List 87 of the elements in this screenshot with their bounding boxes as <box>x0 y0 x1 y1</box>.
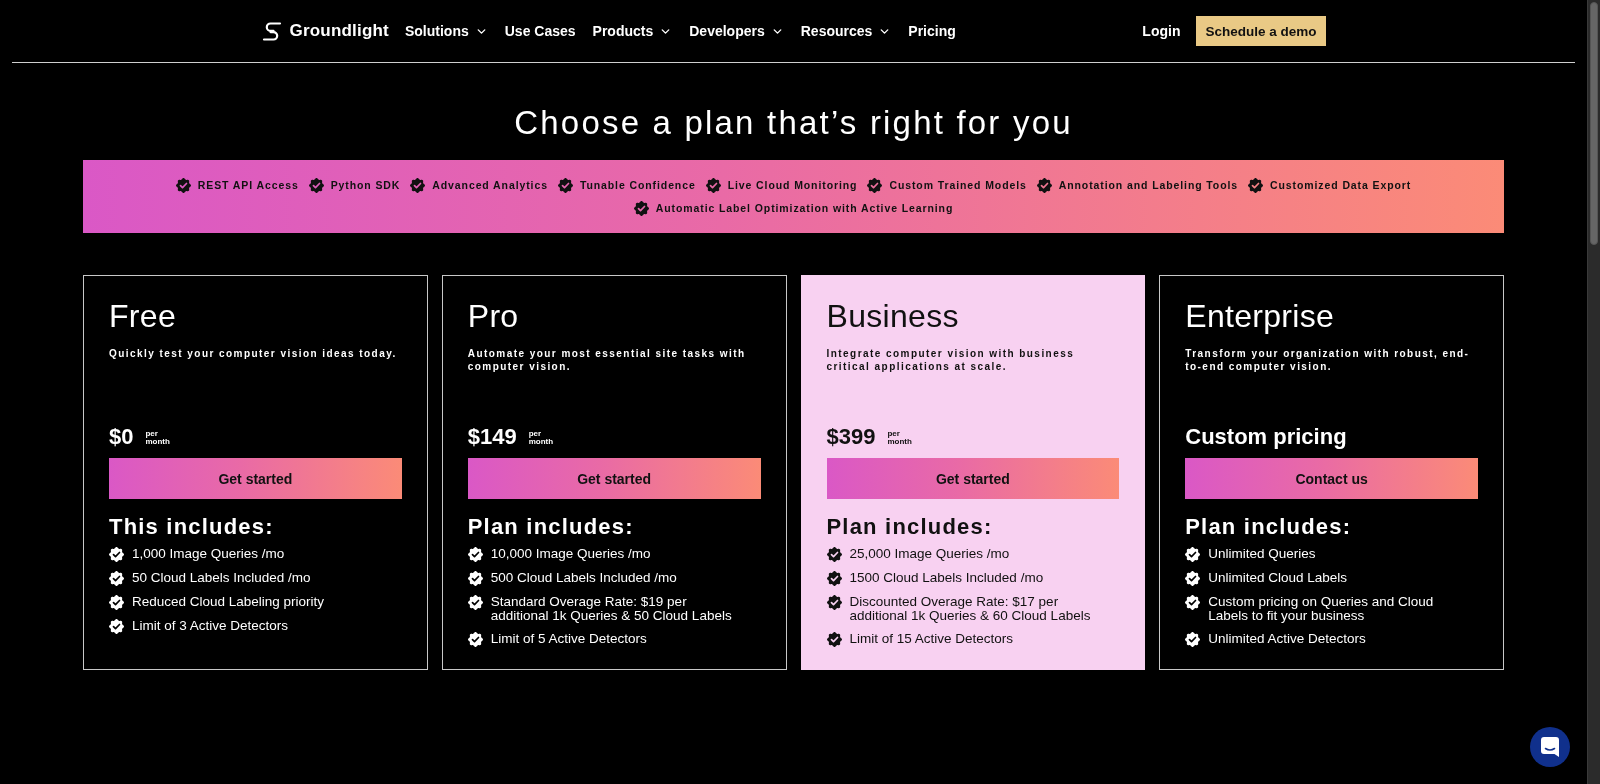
feature-label: Automatic Label Optimization with Active Learning <box>655 202 954 214</box>
check-badge-icon <box>1248 177 1264 193</box>
price-period: per month <box>145 430 170 446</box>
plan-name: Business <box>826 297 960 335</box>
scrollbar-thumb[interactable] <box>1590 2 1598 245</box>
check-badge-icon <box>308 177 324 193</box>
plan-button[interactable]: Contact us <box>1185 458 1478 499</box>
check-badge-icon <box>826 571 842 586</box>
includes-heading: Plan includes: <box>467 513 635 541</box>
feature-label: Live Cloud Monitoring <box>727 179 858 191</box>
check-badge-icon <box>1036 177 1052 193</box>
nav-link[interactable]: Use Cases <box>504 23 576 39</box>
check-badge-icon <box>826 547 842 562</box>
chat-button[interactable] <box>1530 727 1570 767</box>
included-feature: 25,000 Image Queries /mo <box>849 547 1010 561</box>
schedule-demo-button[interactable]: Schedule a demo <box>1196 16 1326 46</box>
check-badge-icon <box>175 177 191 193</box>
check-badge-icon <box>867 177 883 193</box>
included-feature: 50 Cloud Labels Included /mo <box>132 571 311 585</box>
plan-name: Free <box>109 297 177 335</box>
plan-name: Pro <box>467 297 520 335</box>
nav-link[interactable]: Products <box>592 23 673 39</box>
check-badge-icon <box>705 177 721 193</box>
included-feature: Standard Overage Rate: $19 per additional 1k Queries & 50 Cloud Labels <box>490 595 732 623</box>
plan-price: $149 <box>467 423 517 451</box>
login-link[interactable]: Login <box>1142 23 1181 39</box>
check-badge-icon <box>826 632 842 647</box>
included-feature: 500 Cloud Labels Included /mo <box>490 571 677 585</box>
feature-label: Advanced Analytics <box>432 179 548 191</box>
check-badge-icon <box>1185 595 1201 610</box>
check-badge-icon <box>1185 547 1201 562</box>
included-feature: 1500 Cloud Labels Included /mo <box>849 571 1044 585</box>
check-badge-icon <box>467 632 483 647</box>
included-feature: Unlimited Active Detectors <box>1208 632 1366 646</box>
included-feature: 1,000 Image Queries /mo <box>132 547 285 561</box>
check-badge-icon <box>109 547 124 562</box>
included-feature: 10,000 Image Queries /mo <box>490 547 651 561</box>
plan-price: $0 <box>109 423 134 451</box>
plan-description: Integrate computer vision with business critical applications at scale. <box>826 347 1076 373</box>
price-period: per month <box>887 430 912 446</box>
plan-button[interactable]: Get started <box>467 458 761 499</box>
logo-icon <box>261 21 282 41</box>
check-badge-icon <box>826 595 842 610</box>
nav-link[interactable]: Developers <box>689 23 784 39</box>
nav-link[interactable]: Pricing <box>908 23 956 39</box>
included-feature: Discounted Overage Rate: $17 per additional 1k Queries & 60 Cloud Labels <box>849 595 1091 623</box>
plan-price: Custom pricing <box>1185 423 1347 451</box>
included-feature: Unlimited Queries <box>1208 547 1316 561</box>
feature-label: REST API Access <box>197 179 299 191</box>
included-feature: Limit of 15 Active Detectors <box>849 632 1014 646</box>
check-badge-icon <box>1185 571 1201 586</box>
plan-button[interactable]: Get started <box>826 458 1120 499</box>
chat-icon <box>1541 737 1559 757</box>
feature-label: Python SDK <box>330 179 401 191</box>
feature-label: Custom Trained Models <box>889 179 1027 191</box>
price-period: per month <box>528 430 554 446</box>
plan-name: Enterprise <box>1185 297 1336 335</box>
check-badge-icon <box>467 571 483 586</box>
plan-description: Quickly test your computer vision ideas today. <box>109 347 398 360</box>
check-badge-icon <box>410 177 426 193</box>
plan-price: $399 <box>826 423 876 451</box>
includes-heading: Plan includes: <box>826 513 994 541</box>
feature-label: Tunable Confidence <box>579 179 696 191</box>
check-badge-icon <box>467 595 483 610</box>
check-badge-icon <box>1185 632 1201 647</box>
feature-label: Annotation and Labeling Tools <box>1058 179 1239 191</box>
page-heading: Choose a plan that’s right for you <box>513 104 1074 142</box>
plan-description: Automate your most essential site tasks with computer vision. <box>467 347 747 373</box>
plan-description: Transform your organization with robust, end-to-end computer vision. <box>1185 347 1471 373</box>
check-badge-icon <box>467 547 483 562</box>
check-badge-icon <box>109 595 124 610</box>
check-badge-icon <box>109 619 124 634</box>
included-feature: Reduced Cloud Labeling priority <box>132 595 325 609</box>
check-badge-icon <box>633 200 649 216</box>
included-feature: Custom pricing on Queries and Cloud Labels to fit your business <box>1208 595 1434 623</box>
nav-link[interactable]: Resources <box>800 23 892 39</box>
plan-button[interactable]: Get started <box>109 458 402 499</box>
nav-link[interactable]: Solutions <box>404 23 488 39</box>
brand-logo[interactable]: Groundlight <box>261 21 389 41</box>
included-feature: Limit of 3 Active Detectors <box>132 619 289 633</box>
includes-heading: This includes: <box>109 513 275 541</box>
check-badge-icon <box>109 571 124 586</box>
feature-label: Customized Data Export <box>1270 179 1412 191</box>
included-feature: Unlimited Cloud Labels <box>1208 571 1348 585</box>
check-badge-icon <box>557 177 573 193</box>
includes-heading: Plan includes: <box>1185 513 1353 541</box>
included-feature: Limit of 5 Active Detectors <box>490 632 647 646</box>
